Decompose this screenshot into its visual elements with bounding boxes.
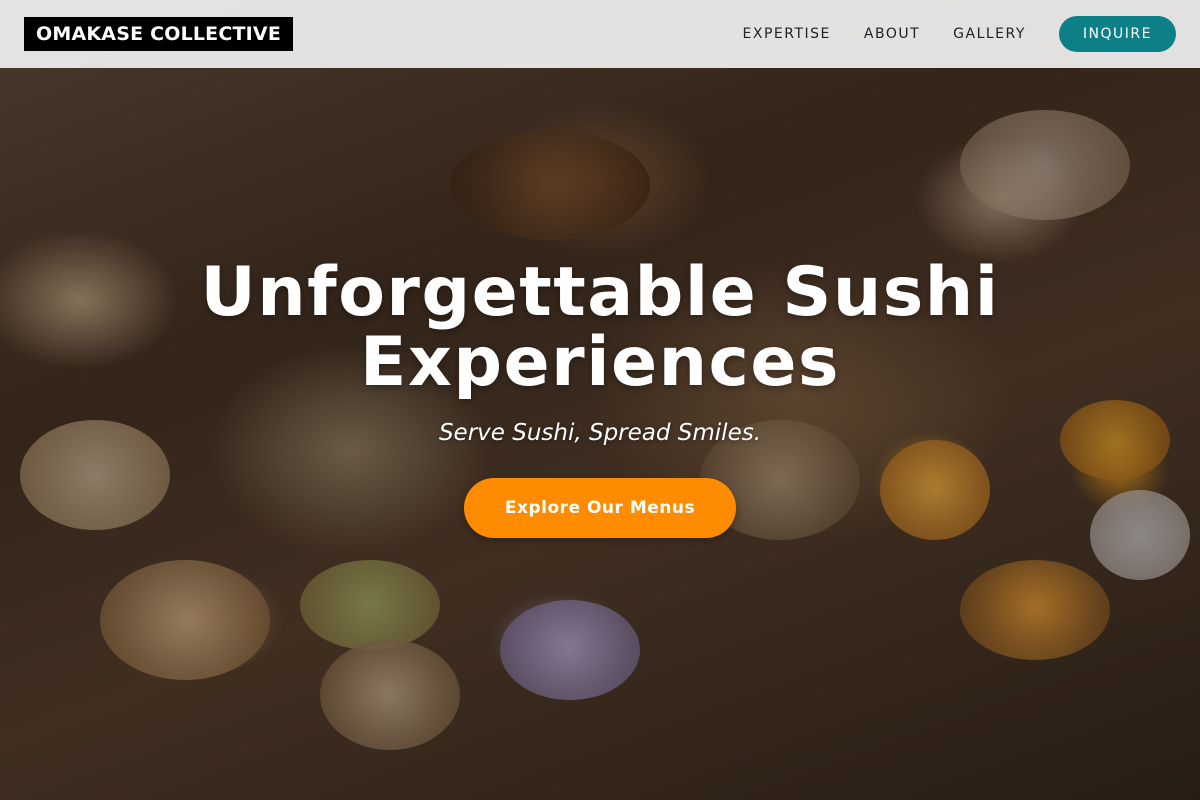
inquire-button[interactable]: INQUIRE [1058, 16, 1176, 52]
brand-logo[interactable]: OMAKASE COLLECTIVE [24, 17, 294, 51]
nav-link-gallery[interactable]: GALLERY [953, 26, 1026, 42]
landing-page: OMAKASE COLLECTIVE EXPERTISE ABOUT GALLE… [0, 0, 1200, 800]
hero-section: Unforgettable Sushi Experiences Serve Su… [0, 258, 1200, 538]
nav-link-about[interactable]: ABOUT [864, 26, 920, 42]
nav-links: EXPERTISE ABOUT GALLERY INQUIRE [743, 16, 1176, 52]
top-navbar: OMAKASE COLLECTIVE EXPERTISE ABOUT GALLE… [0, 0, 1200, 68]
hero-title: Unforgettable Sushi Experiences [200, 253, 1000, 402]
nav-link-expertise[interactable]: EXPERTISE [743, 26, 831, 42]
explore-menus-button[interactable]: Explore Our Menus [464, 478, 736, 538]
hero-subtitle: Serve Sushi, Spread Smiles. [438, 420, 762, 446]
